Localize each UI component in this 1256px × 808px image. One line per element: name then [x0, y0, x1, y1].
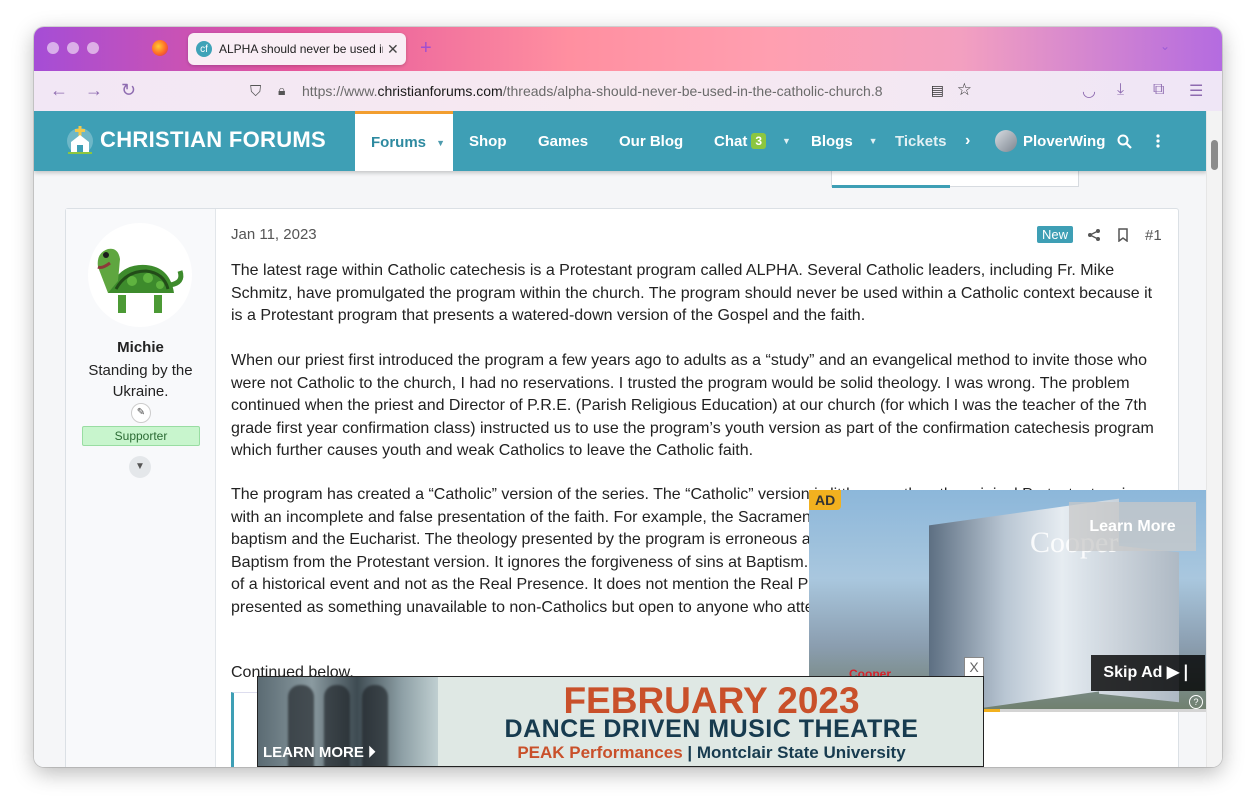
lock-icon[interactable]: 🔒︎	[278, 82, 285, 99]
nav-blog[interactable]: Our Blog	[619, 111, 683, 171]
nav-blogs[interactable]: Blogs ▼	[811, 111, 878, 171]
banner-venue: PEAK Performances | Montclair State Univ…	[438, 743, 983, 763]
banner-subtitle: DANCE DRIVEN MUSIC THEATRE	[504, 715, 919, 743]
nav-chat[interactable]: Chat 3 ▼	[714, 111, 791, 171]
chevron-down-icon[interactable]: ▼	[869, 136, 878, 146]
close-window-button[interactable]	[47, 42, 59, 54]
page-scrollbar[interactable]	[1206, 111, 1222, 767]
nav-chat-label: Chat	[714, 132, 748, 150]
tracking-shield-icon[interactable]: ⛉	[250, 83, 261, 100]
search-icon[interactable]	[1117, 111, 1132, 171]
active-tab-underline	[832, 185, 950, 188]
user-avatar	[995, 130, 1017, 152]
forward-arrow-icon[interactable]: →	[85, 80, 103, 101]
nav-shop[interactable]: Shop	[469, 111, 507, 171]
zoom-window-button[interactable]	[87, 42, 99, 54]
skip-ad-label: Skip Ad	[1103, 664, 1163, 681]
chevron-down-icon[interactable]: ▼	[782, 136, 791, 146]
banner-venue-a: PEAK Performances	[517, 743, 683, 762]
banner-venue-b: Montclair State University	[696, 743, 906, 762]
more-options-icon[interactable]	[1156, 111, 1160, 171]
post-user-sidebar: Michie Standing by the Ukraine. ✎ Suppor…	[66, 209, 216, 767]
banner-learn-more-label: LEARN MORE	[263, 744, 364, 761]
share-icon[interactable]	[1087, 228, 1101, 245]
site-header: CHRISTIAN FORUMS Forums ▼ Shop Games Our …	[34, 111, 1207, 171]
post-paragraph: When our priest first introduced the pro…	[231, 352, 1154, 459]
skip-ad-button[interactable]: Skip Ad ▶❘	[1091, 655, 1205, 691]
reader-view-icon[interactable]: ▤	[931, 82, 944, 99]
expand-user-info-chevron-icon[interactable]: ▼	[129, 456, 151, 478]
nav-forums[interactable]: Forums ▼	[355, 111, 453, 171]
post-author-name[interactable]: Michie	[66, 339, 215, 356]
bookmark-star-icon[interactable]: ☆	[957, 80, 972, 100]
firefox-icon[interactable]	[152, 40, 168, 56]
banner-learn-more-button[interactable]: LEARN MORE ⏵	[263, 744, 376, 761]
extensions-icon[interactable]: ⧉	[1153, 81, 1164, 99]
browser-tab[interactable]: cf ALPHA should never be used in ✕	[188, 33, 406, 65]
title-bar: cf ALPHA should never be used in ✕ + ⌄	[34, 27, 1222, 71]
url-text[interactable]: https://www.christianforums.com/threads/…	[302, 83, 918, 99]
browser-window: cf ALPHA should never be used in ✕ + ⌄ ←…	[34, 27, 1222, 767]
nav-scroll-right-icon[interactable]: ›	[965, 111, 970, 171]
pocket-icon[interactable]: ◡	[1082, 81, 1096, 101]
window-controls	[47, 42, 99, 54]
nav-games[interactable]: Games	[538, 111, 588, 171]
ad-badge: AD	[809, 490, 842, 510]
banner-venue-separator: |	[687, 743, 693, 762]
nav-blogs-label: Blogs	[811, 132, 853, 150]
banner-ad-close-button[interactable]: X	[964, 657, 984, 677]
minimize-window-button[interactable]	[67, 42, 79, 54]
new-post-badge: New	[1037, 226, 1074, 243]
site-logo-text: CHRISTIAN FORUMS	[100, 127, 327, 152]
address-bar[interactable]: ⛉ 🔒︎ https://www.christianforums.com/thr…	[240, 76, 980, 106]
reload-icon[interactable]: ↻	[121, 80, 136, 101]
scrollbar-thumb[interactable]	[1211, 140, 1218, 170]
chat-count-badge: 3	[751, 133, 767, 149]
user-faith-icon: ✎	[131, 403, 151, 423]
post-number-link[interactable]: #1	[1145, 227, 1162, 244]
new-tab-icon[interactable]: +	[420, 37, 432, 60]
tab-favicon-icon: cf	[196, 41, 212, 57]
avatar[interactable]	[88, 223, 192, 327]
tab-close-icon[interactable]: ✕	[387, 41, 399, 58]
bookmark-icon[interactable]	[1117, 228, 1129, 245]
banner-ad[interactable]: LEARN MORE ⏵ FEBRUARY 2023 DANCE DRIVEN …	[257, 676, 984, 767]
ad-help-icon[interactable]: ?	[1189, 695, 1203, 709]
skip-forward-icon: ▶❘	[1166, 664, 1193, 681]
banner-photo: LEARN MORE ⏵	[258, 677, 438, 766]
nav-forums-label: Forums	[371, 134, 427, 151]
tab-title: ALPHA should never be used in	[219, 42, 383, 56]
user-title: Standing by the Ukraine.	[88, 362, 193, 400]
ad-learn-more-button[interactable]: Learn More	[1069, 502, 1196, 551]
page-viewport: Michie Standing by the Ukraine. ✎ Suppor…	[34, 111, 1222, 767]
user-menu[interactable]: PloverWing	[995, 111, 1105, 171]
back-arrow-icon[interactable]: ←	[50, 80, 68, 101]
site-logo[interactable]: CHRISTIAN FORUMS	[66, 125, 326, 155]
chevron-down-icon[interactable]: ▼	[436, 138, 445, 148]
supporter-badge: Supporter	[82, 426, 200, 446]
list-tabs-chevron-icon[interactable]: ⌄	[1160, 39, 1170, 53]
turtle-avatar-icon	[97, 248, 184, 317]
church-logo-icon	[66, 125, 94, 155]
downloads-icon[interactable]: ⤓	[1117, 81, 1124, 99]
play-circle-icon: ⏵	[368, 744, 376, 761]
nav-tickets[interactable]: Tickets	[895, 111, 946, 171]
navigation-toolbar: ← → ↻ ⛉ 🔒︎ https://www.christianforums.c…	[34, 71, 1222, 112]
post-date[interactable]: Jan 11, 2023	[231, 226, 317, 243]
post-paragraph: The latest rage within Catholic cateches…	[231, 262, 1153, 324]
menu-hamburger-icon[interactable]: ☰	[1189, 81, 1203, 101]
tab-strip-remnant	[831, 169, 1079, 188]
user-name: PloverWing	[1023, 132, 1106, 150]
